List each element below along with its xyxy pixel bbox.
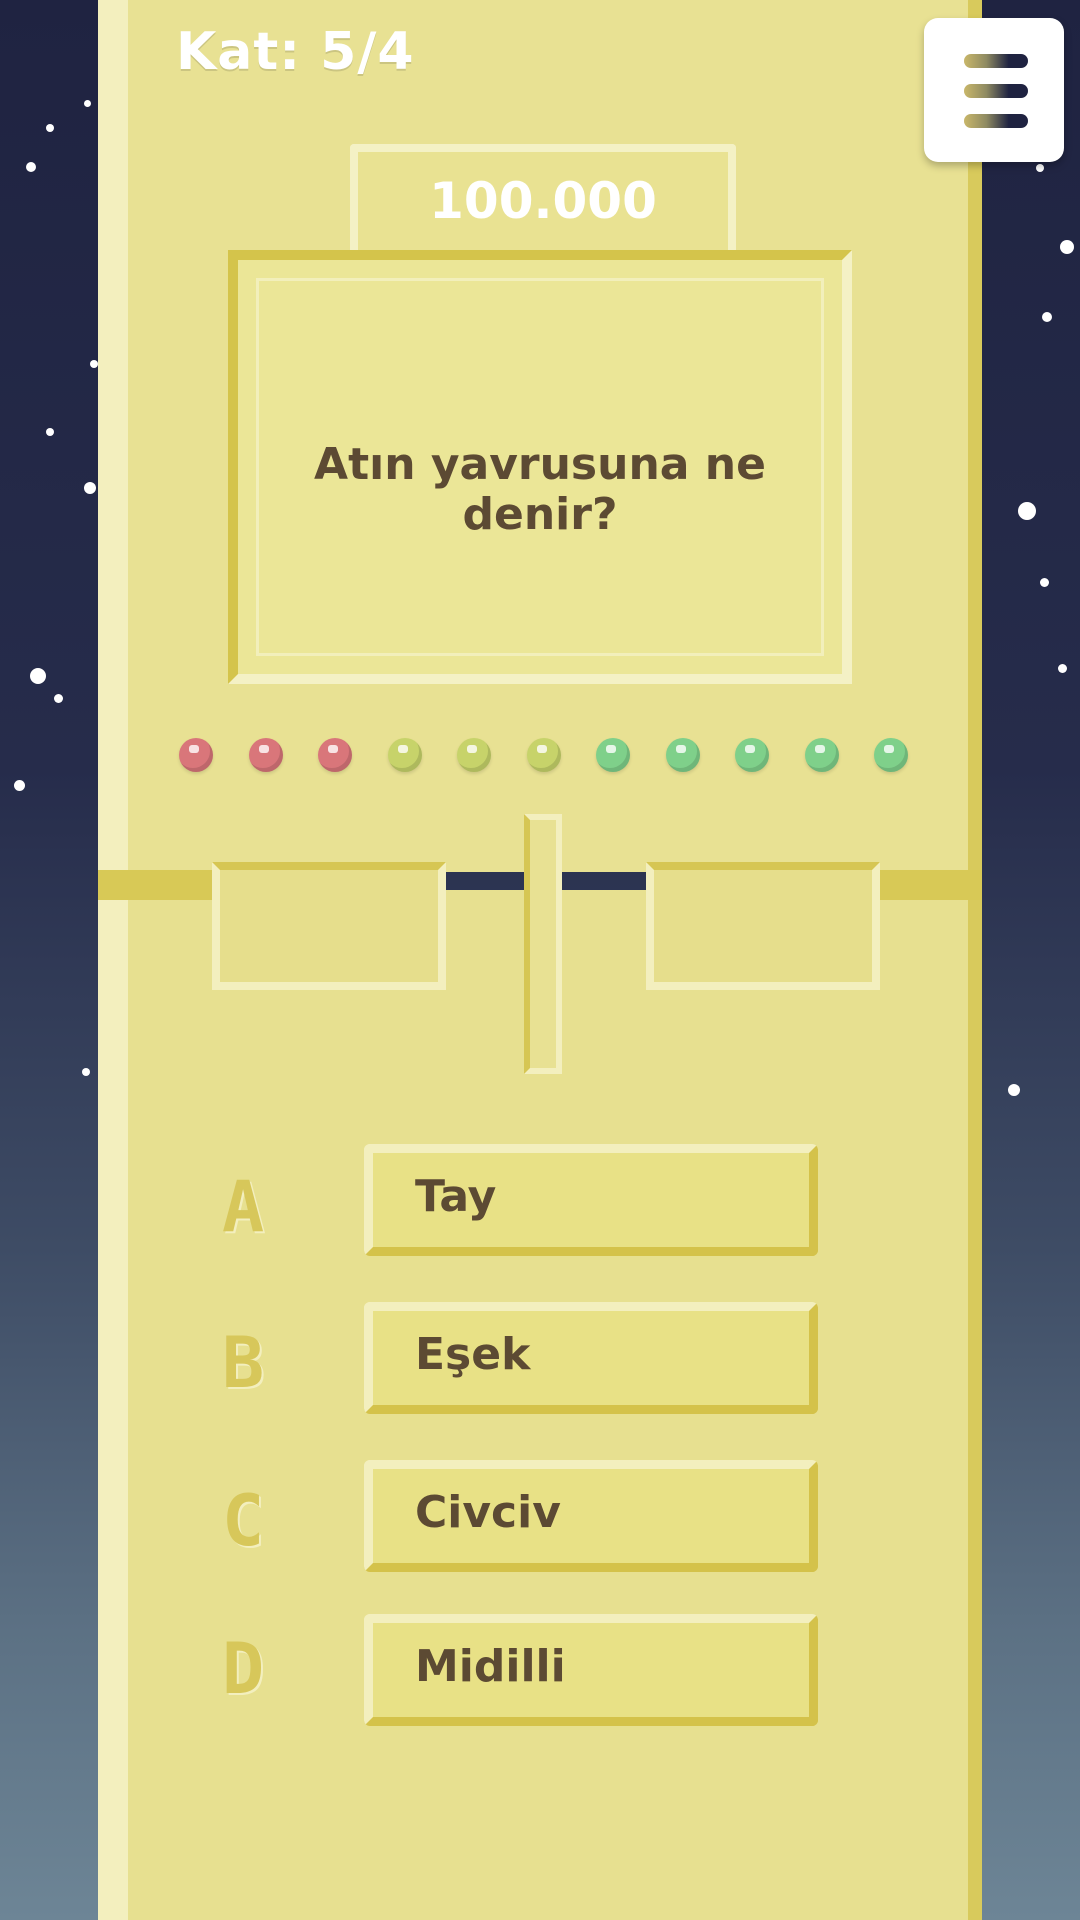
progress-dot	[457, 738, 491, 772]
star	[84, 100, 91, 107]
prize-amount: 100.000	[429, 172, 657, 230]
star	[30, 668, 46, 684]
star	[46, 428, 54, 436]
progress-dot	[804, 738, 839, 772]
progress-dot	[874, 738, 908, 772]
star	[1060, 240, 1074, 254]
answer-text: Tay	[415, 1171, 497, 1222]
answer-text: Midilli	[415, 1641, 566, 1692]
progress-dot	[387, 738, 422, 772]
star	[1058, 664, 1067, 673]
answer-letter-d: D	[222, 1628, 265, 1710]
progress-dot	[596, 738, 630, 772]
answer-button-a[interactable]: Tay	[364, 1144, 818, 1256]
star	[1018, 502, 1036, 520]
answer-text: Civciv	[415, 1487, 561, 1538]
star	[84, 482, 96, 494]
star	[46, 124, 54, 132]
star	[54, 694, 63, 703]
answer-letter-b: B	[222, 1322, 265, 1404]
star	[1042, 312, 1052, 322]
star	[1008, 1084, 1020, 1096]
star	[1040, 578, 1049, 587]
tower-window-right	[646, 862, 880, 990]
star	[90, 360, 98, 368]
answer-button-c[interactable]: Civciv	[364, 1460, 818, 1572]
answer-text: Eşek	[415, 1329, 531, 1380]
answer-letter-a: A	[222, 1166, 265, 1248]
progress-dot	[526, 738, 561, 772]
question-text: Atın yavrusuna ne denir?	[314, 439, 766, 540]
answer-button-d[interactable]: Midilli	[364, 1614, 818, 1726]
answer-button-b[interactable]: Eşek	[364, 1302, 818, 1414]
progress-dot	[318, 738, 352, 772]
progress-dot	[665, 738, 700, 772]
answer-letter-c: C	[222, 1480, 265, 1562]
star	[26, 162, 36, 172]
progress-dot	[735, 738, 769, 772]
star	[82, 1068, 90, 1076]
level-indicator: Kat: 5/4	[176, 22, 415, 82]
tower-window-left	[212, 862, 446, 990]
progress-dot	[248, 738, 283, 772]
star	[14, 780, 25, 791]
progress-dot	[179, 738, 213, 772]
star	[1036, 164, 1044, 172]
menu-button[interactable]	[924, 18, 1064, 162]
tower-pillar	[524, 814, 562, 1074]
